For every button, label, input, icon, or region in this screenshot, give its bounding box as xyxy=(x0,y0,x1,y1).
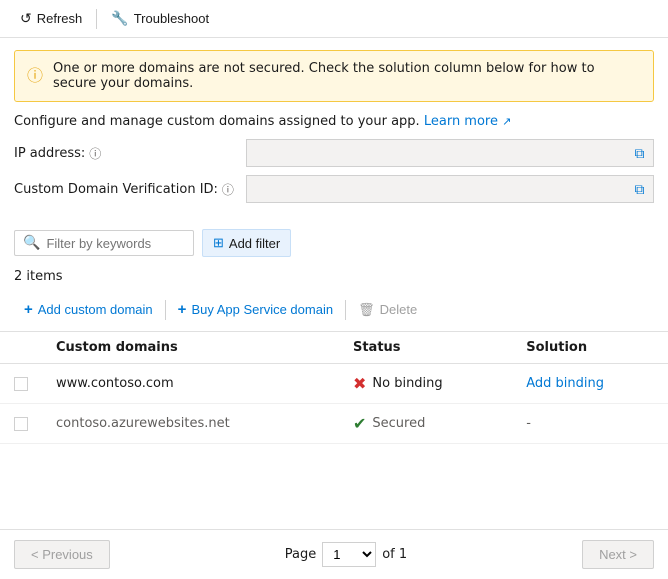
action-separator-2 xyxy=(345,300,346,320)
page-select[interactable]: 1 xyxy=(322,542,376,567)
row1-status-wrap: ✖ No binding xyxy=(353,374,498,393)
item-count: 2 items xyxy=(0,265,668,292)
row1-status-text: No binding xyxy=(372,376,442,391)
table-row: www.contoso.com ✖ No binding Add binding xyxy=(0,364,668,404)
add-custom-domain-button[interactable]: + Add custom domain xyxy=(14,296,163,323)
search-icon: 🔍 xyxy=(23,235,40,251)
next-button[interactable]: Next > xyxy=(582,540,654,569)
verification-id-label-text: Custom Domain Verification ID: xyxy=(14,182,218,197)
buy-app-service-domain-button[interactable]: + Buy App Service domain xyxy=(168,296,343,323)
app-container: ↺ Refresh 🔧 Troubleshoot ⓘ One or more d… xyxy=(0,0,668,579)
row2-status-wrap: ✔ Secured xyxy=(353,414,498,433)
row2-solution-cell: - xyxy=(512,404,668,444)
description-text: Configure and manage custom domains assi… xyxy=(14,114,420,129)
ip-address-info-icon[interactable]: ⓘ xyxy=(89,145,101,162)
verification-id-info-icon[interactable]: ⓘ xyxy=(222,181,234,198)
filter-input-wrap: 🔍 xyxy=(14,230,194,256)
row2-checkbox-cell xyxy=(0,404,42,444)
ip-address-copy-button[interactable]: ⧉ xyxy=(626,139,654,167)
learn-more-link[interactable]: Learn more ↗ xyxy=(424,114,512,129)
refresh-label: Refresh xyxy=(37,11,83,26)
warning-text: One or more domains are not secured. Che… xyxy=(53,61,641,91)
row1-status-cell: ✖ No binding xyxy=(339,364,512,404)
action-bar: + Add custom domain + Buy App Service do… xyxy=(0,292,668,332)
table-head: Custom domains Status Solution xyxy=(0,332,668,364)
row1-solution-cell: Add binding xyxy=(512,364,668,404)
toolbar-separator xyxy=(96,9,97,29)
previous-label: < Previous xyxy=(31,547,93,562)
row1-solution-text: Add binding xyxy=(526,376,604,391)
action-separator-1 xyxy=(165,300,166,320)
count-text: 2 items xyxy=(14,269,63,284)
row1-error-icon: ✖ xyxy=(353,374,366,393)
table-row: contoso.azurewebsites.net ✔ Secured - xyxy=(0,404,668,444)
verification-id-field-container: ⧉ xyxy=(246,175,654,203)
troubleshoot-icon: 🔧 xyxy=(111,10,128,27)
row2-status-text: Secured xyxy=(372,416,425,431)
delete-label: Delete xyxy=(380,302,418,317)
row2-status-cell: ✔ Secured xyxy=(339,404,512,444)
refresh-icon: ↺ xyxy=(20,10,32,27)
table-header-row: Custom domains Status Solution xyxy=(0,332,668,364)
copy-icon-2: ⧉ xyxy=(635,181,645,198)
ip-address-label: IP address: ⓘ xyxy=(14,145,234,162)
delete-button[interactable]: 🗑 Delete xyxy=(348,297,427,323)
verification-id-input[interactable] xyxy=(246,175,654,203)
troubleshoot-label: Troubleshoot xyxy=(134,11,209,26)
row2-solution-text: - xyxy=(526,416,531,431)
page-info: Page 1 of 1 xyxy=(285,542,407,567)
add-domain-icon: + xyxy=(24,301,33,318)
add-domain-label: Add custom domain xyxy=(38,302,153,317)
warning-icon: ⓘ xyxy=(27,62,43,86)
filter-input[interactable] xyxy=(46,236,176,251)
row1-checkbox[interactable] xyxy=(14,377,28,391)
copy-icon: ⧉ xyxy=(635,145,645,162)
row2-checkbox[interactable] xyxy=(14,417,28,431)
of-label: of 1 xyxy=(382,547,407,562)
row1-checkbox-cell xyxy=(0,364,42,404)
page-label: Page xyxy=(285,547,316,562)
filter-section: 🔍 ⊞ Add filter xyxy=(0,221,668,265)
verification-id-copy-button[interactable]: ⧉ xyxy=(626,175,654,203)
next-label: Next > xyxy=(599,547,637,562)
row1-add-binding-link[interactable]: Add binding xyxy=(526,376,604,391)
previous-button[interactable]: < Previous xyxy=(14,540,110,569)
delete-icon: 🗑 xyxy=(358,302,375,318)
fields-section: IP address: ⓘ ⧉ Custom Domain Verificati… xyxy=(0,139,668,221)
row2-success-icon: ✔ xyxy=(353,414,366,433)
refresh-button[interactable]: ↺ Refresh xyxy=(14,6,88,31)
ip-address-label-text: IP address: xyxy=(14,146,85,161)
add-filter-button[interactable]: ⊞ Add filter xyxy=(202,229,291,257)
col-solution: Solution xyxy=(512,332,668,364)
toolbar: ↺ Refresh 🔧 Troubleshoot xyxy=(0,0,668,38)
learn-more-label: Learn more xyxy=(424,114,498,129)
add-filter-label: Add filter xyxy=(229,236,280,251)
col-checkbox xyxy=(0,332,42,364)
table-body: www.contoso.com ✖ No binding Add binding xyxy=(0,364,668,444)
buy-domain-label: Buy App Service domain xyxy=(191,302,333,317)
troubleshoot-button[interactable]: 🔧 Troubleshoot xyxy=(105,6,215,31)
verification-id-row: Custom Domain Verification ID: ⓘ ⧉ xyxy=(14,175,654,203)
buy-domain-icon: + xyxy=(178,301,187,318)
warning-banner: ⓘ One or more domains are not secured. C… xyxy=(14,50,654,102)
verification-id-label: Custom Domain Verification ID: ⓘ xyxy=(14,181,234,198)
row2-domain: contoso.azurewebsites.net xyxy=(56,416,230,431)
col-custom-domains: Custom domains xyxy=(42,332,339,364)
row2-domain-cell: contoso.azurewebsites.net xyxy=(42,404,339,444)
pagination: < Previous Page 1 of 1 Next > xyxy=(0,529,668,579)
row1-domain: www.contoso.com xyxy=(56,376,174,391)
filter-icon: ⊞ xyxy=(213,235,224,251)
col-status: Status xyxy=(339,332,512,364)
description-section: Configure and manage custom domains assi… xyxy=(0,114,668,139)
row1-domain-cell: www.contoso.com xyxy=(42,364,339,404)
ip-address-field-container: ⧉ xyxy=(246,139,654,167)
ip-address-input[interactable] xyxy=(246,139,654,167)
ip-address-row: IP address: ⓘ ⧉ xyxy=(14,139,654,167)
custom-domains-table: Custom domains Status Solution www.conto… xyxy=(0,332,668,444)
external-link-icon: ↗ xyxy=(502,115,511,128)
